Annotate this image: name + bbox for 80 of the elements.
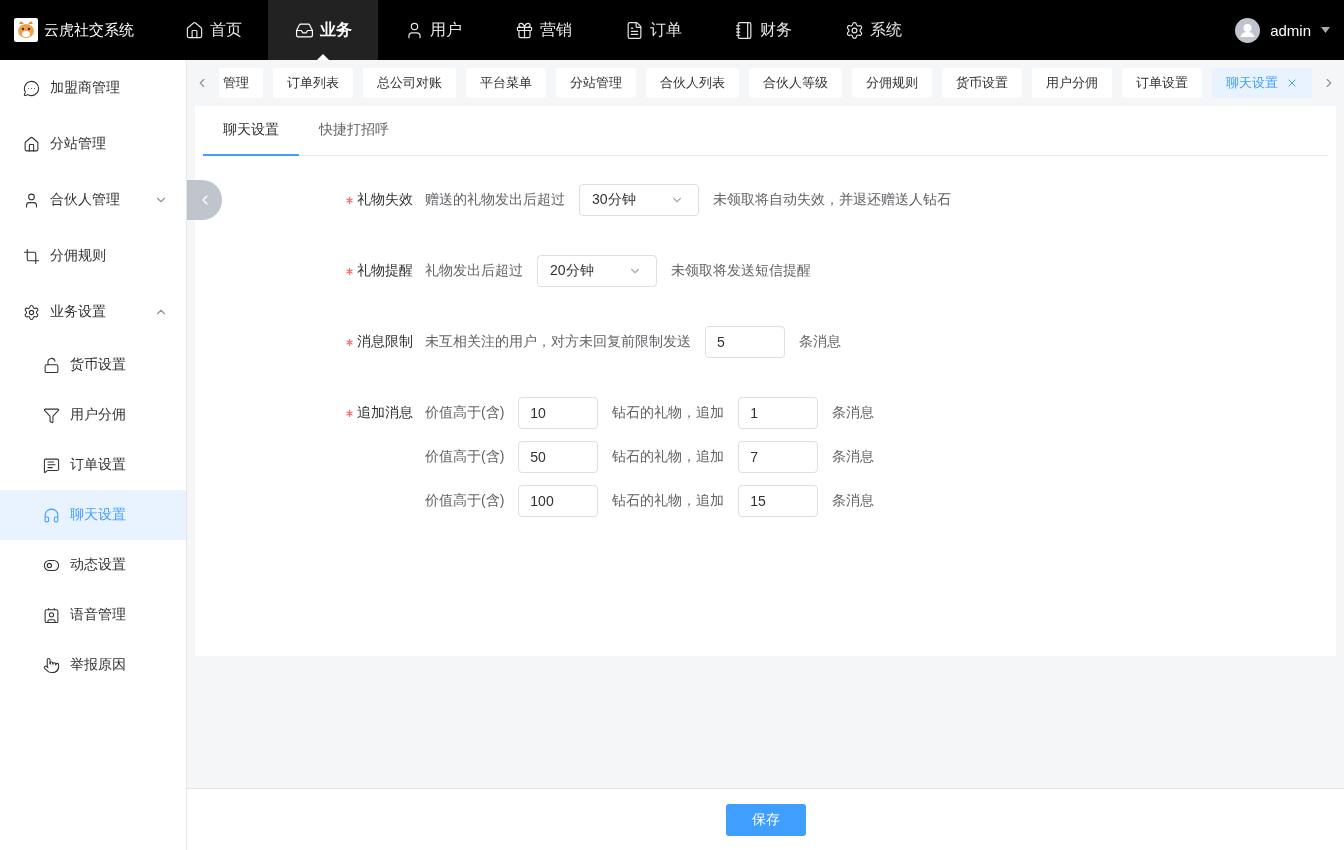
- diamond-value-input[interactable]: 50: [518, 441, 599, 473]
- sidebar-subitem[interactable]: 语音管理: [0, 590, 186, 640]
- nav-tab[interactable]: 财务: [708, 0, 818, 60]
- nav-tab[interactable]: 用户: [378, 0, 488, 60]
- unit-label: 条消息: [799, 333, 841, 351]
- nav-tab[interactable]: 首页: [158, 0, 268, 60]
- crop-icon: [23, 247, 40, 265]
- field-hint: 赠送的礼物发出后超过: [425, 191, 565, 209]
- message-count-input[interactable]: 15: [738, 485, 819, 517]
- nav-tab[interactable]: 系统: [818, 0, 928, 60]
- avatar-icon[interactable]: [1235, 17, 1261, 43]
- page-tag[interactable]: 订单列表: [273, 68, 353, 98]
- message-icon: [43, 456, 60, 474]
- page-tag[interactable]: 货币设置: [942, 68, 1022, 98]
- duration-select[interactable]: 20分钟: [537, 255, 657, 287]
- unlock-icon: [43, 356, 60, 374]
- user-name[interactable]: admin: [1270, 21, 1311, 39]
- contact-card-icon: [43, 606, 60, 624]
- app-title: 云虎社交系统: [44, 20, 134, 40]
- settings-icon: [844, 20, 864, 40]
- field-hint: 钻石的礼物，追加: [612, 492, 725, 510]
- field-hint: 钻石的礼物，追加: [612, 404, 725, 422]
- close-icon[interactable]: [1286, 77, 1298, 89]
- headphones-icon: [43, 506, 60, 524]
- message-count-input[interactable]: 7: [738, 441, 819, 473]
- field-hint: 未领取将发送短信提醒: [671, 262, 811, 280]
- sidebar-item[interactable]: 分站管理: [0, 116, 186, 172]
- sidebar-item[interactable]: 分佣规则: [0, 228, 186, 284]
- page-tag[interactable]: 用户分佣: [1032, 68, 1112, 98]
- form-label: 消息限制: [357, 333, 413, 351]
- content-tab[interactable]: 聊天设置: [203, 106, 299, 156]
- page-tag[interactable]: 分站管理: [556, 68, 636, 98]
- page-tag[interactable]: 总公司对账: [363, 68, 456, 98]
- page-tag[interactable]: 合伙人列表: [646, 68, 739, 98]
- settings-icon: [23, 303, 40, 321]
- field-hint: 未领取将自动失效，并退还赠送人钻石: [713, 191, 951, 209]
- form-label: 礼物失效: [357, 191, 413, 209]
- sidebar-item[interactable]: 业务设置: [0, 284, 186, 340]
- unit-label: 条消息: [832, 448, 875, 466]
- sidebar-subitem[interactable]: 动态设置: [0, 540, 186, 590]
- sidebar-subitem[interactable]: 订单设置: [0, 440, 186, 490]
- diamond-value-input[interactable]: 100: [518, 485, 599, 517]
- field-hint: 钻石的礼物，追加: [612, 448, 725, 466]
- message-count-input[interactable]: 1: [738, 397, 819, 429]
- hand-pointer-icon: [43, 656, 60, 674]
- sidebar-subitem[interactable]: 举报原因: [0, 640, 186, 690]
- gift-icon: [514, 20, 534, 40]
- chat-bubble-icon: [23, 79, 40, 97]
- nav-tab[interactable]: 营销: [488, 0, 598, 60]
- field-hint: 价值高于(含): [425, 492, 505, 510]
- sidebar-subitem[interactable]: 用户分佣: [0, 390, 186, 440]
- home-icon: [23, 135, 40, 153]
- field-hint: 礼物发出后超过: [425, 262, 523, 280]
- tiger-logo-icon: [14, 18, 38, 42]
- field-hint: 价值高于(含): [425, 404, 505, 422]
- sidebar-item[interactable]: 加盟商管理: [0, 60, 186, 116]
- field-hint: 价值高于(含): [425, 448, 505, 466]
- filter-icon: [43, 406, 60, 424]
- page-tag[interactable]: 分佣规则: [852, 68, 932, 98]
- sidebar-subitem[interactable]: 货币设置: [0, 340, 186, 390]
- user-icon: [23, 191, 40, 209]
- nav-tab[interactable]: 订单: [598, 0, 708, 60]
- page-tag[interactable]: 平台菜单: [466, 68, 546, 98]
- unit-label: 条消息: [832, 492, 875, 510]
- caret-down-icon[interactable]: [1321, 27, 1330, 33]
- content-tab[interactable]: 快捷打招呼: [299, 106, 409, 156]
- nav-tab[interactable]: 业务: [268, 0, 378, 60]
- notebook-icon: [734, 20, 754, 40]
- form-label: 礼物提醒: [357, 262, 413, 280]
- field-hint: 未互相关注的用户，对方未回复前限制发送: [425, 333, 691, 351]
- page-tag[interactable]: 合伙人等级: [749, 68, 842, 98]
- page-tag[interactable]: 管理: [219, 68, 263, 98]
- page-tag[interactable]: 订单设置: [1122, 68, 1202, 98]
- home-icon: [184, 20, 204, 40]
- diamond-value-input[interactable]: 10: [518, 397, 599, 429]
- sidebar-item[interactable]: 合伙人管理: [0, 172, 186, 228]
- number-input[interactable]: 5: [705, 326, 785, 358]
- form-label: 追加消息: [357, 404, 413, 422]
- duration-select[interactable]: 30分钟: [579, 184, 699, 216]
- unit-label: 条消息: [832, 404, 875, 422]
